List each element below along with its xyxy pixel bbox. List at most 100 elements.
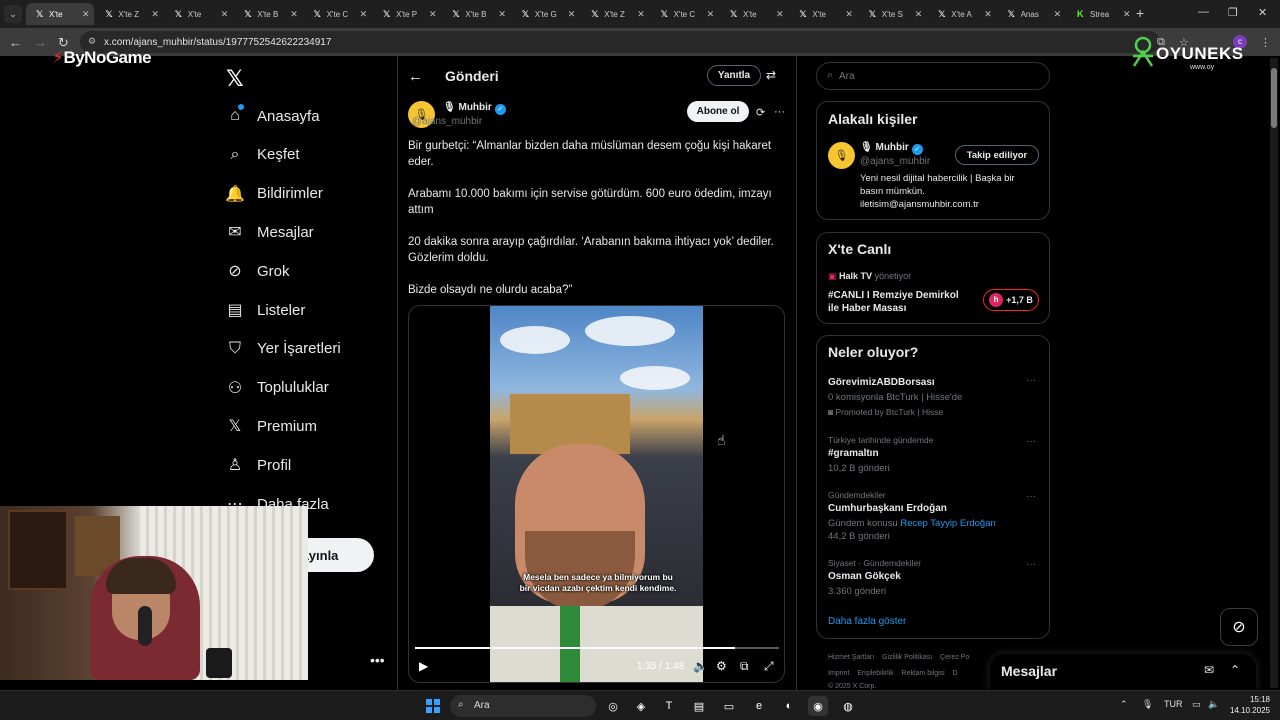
tab-close-icon[interactable]: ✕	[707, 9, 719, 20]
url-text[interactable]: x.com/ajans_muhbir/status/19777525426222…	[104, 37, 331, 48]
footer-link[interactable]: Gizlilik Politikası	[882, 654, 932, 661]
widgets-icon[interactable]: ◈	[631, 696, 651, 716]
sidebar-item-x[interactable]: 𝕏 Premium	[226, 414, 317, 438]
trend-name[interactable]: GörevimizABDBorsası	[828, 377, 935, 388]
author-name-text[interactable]: Muhbir	[458, 102, 491, 113]
discord-icon[interactable]: ◐	[779, 696, 799, 716]
account-more-icon[interactable]: •••	[370, 652, 385, 668]
sidebar-item-bell[interactable]: 🔔 Bildirimler	[225, 182, 323, 206]
network-icon[interactable]: ▭	[1192, 699, 1201, 710]
copilot-icon[interactable]: ◎	[603, 696, 623, 716]
teams-icon[interactable]: T	[659, 696, 679, 716]
forward-icon[interactable]: →	[34, 35, 47, 50]
related-name-text[interactable]: Muhbir	[875, 142, 908, 153]
tab-close-icon[interactable]: ✕	[1054, 9, 1066, 20]
browser-tab[interactable]: 𝕏 Anas ✕	[998, 3, 1066, 25]
author-handle[interactable]: @ajans_muhbir	[412, 116, 482, 127]
expand-icon[interactable]: ⌃	[1230, 663, 1240, 677]
browser-tab[interactable]: 𝕏 X'te G ✕	[512, 3, 580, 25]
windows-start-icon[interactable]	[426, 699, 440, 713]
related-name[interactable]: 🎙 Muhbir ✓	[860, 142, 923, 155]
footer-link[interactable]: D	[953, 670, 958, 677]
browser-tab[interactable]: 𝕏 X'te A ✕	[928, 3, 996, 25]
browser-tab[interactable]: 𝕏 X'te S ✕	[859, 3, 927, 25]
trend-more-icon[interactable]: ···	[1026, 559, 1036, 570]
footer-link[interactable]: Çerez Po	[940, 654, 969, 661]
trend-more-icon[interactable]: ···	[1026, 375, 1036, 386]
back-arrow-icon[interactable]: ←	[408, 68, 423, 85]
footer-link[interactable]: Hizmet Şartları	[828, 654, 874, 661]
trend-name[interactable]: Cumhurbaşkanı Erdoğan	[828, 503, 947, 514]
browser-tab[interactable]: K Strea ✕	[1067, 3, 1135, 25]
sidebar-item-list[interactable]: ▤ Listeler	[226, 298, 305, 322]
pip-icon[interactable]: ⧉	[740, 659, 749, 674]
tab-close-icon[interactable]: ✕	[845, 9, 857, 20]
new-message-icon[interactable]: ✉	[1204, 663, 1214, 677]
maximize-icon[interactable]: ❐	[1228, 6, 1238, 19]
tab-close-icon[interactable]: ✕	[151, 9, 163, 20]
close-window-icon[interactable]: ✕	[1258, 6, 1267, 19]
trend-more-icon[interactable]: ···	[1026, 436, 1036, 447]
settings-icon[interactable]: ⚙	[716, 659, 727, 673]
tab-close-icon[interactable]: ✕	[221, 9, 233, 20]
x-logo[interactable]: 𝕏	[226, 66, 244, 92]
fullscreen-icon[interactable]: ⤢	[764, 659, 774, 674]
browser-tab[interactable]: 𝕏 X'te B ✕	[234, 3, 302, 25]
tab-close-icon[interactable]: ✕	[290, 9, 302, 20]
minimize-icon[interactable]: —	[1198, 6, 1209, 18]
trend-name[interactable]: #gramaltın	[828, 448, 879, 459]
footer-link[interactable]: Erişilebilirlik	[857, 670, 894, 677]
site-info-icon[interactable]: ⚙	[88, 36, 96, 47]
live-source-name[interactable]: Halk TV	[839, 271, 872, 281]
tab-close-icon[interactable]: ✕	[776, 9, 788, 20]
tab-close-icon[interactable]: ✕	[429, 9, 441, 20]
sidebar-item-communities[interactable]: ⚇ Topluluklar	[226, 376, 329, 400]
tab-close-icon[interactable]: ✕	[360, 9, 372, 20]
tab-close-icon[interactable]: ✕	[984, 9, 996, 20]
video-progress[interactable]	[415, 647, 779, 649]
page-scrollbar[interactable]	[1270, 58, 1278, 688]
following-button[interactable]: Takip ediliyor	[955, 145, 1039, 165]
messages-dock[interactable]: Mesajlar ✉ ⌃	[990, 654, 1256, 690]
search-placeholder[interactable]: Ara	[839, 71, 855, 82]
search-box[interactable]: ⌕ Ara	[816, 62, 1050, 90]
grok-fab-button[interactable]: ⊘	[1220, 608, 1258, 646]
obs-icon[interactable]: ◍	[838, 696, 858, 716]
back-icon[interactable]: ←	[9, 35, 22, 50]
store-icon[interactable]: ▤	[689, 696, 709, 716]
sidebar-item-profile[interactable]: ♙ Profil	[226, 453, 291, 477]
show-more-link[interactable]: Daha fazla göster	[828, 616, 906, 627]
volume-tray-icon[interactable]: 🔈	[1208, 699, 1219, 710]
browser-tab[interactable]: 𝕏 X'te B ✕	[442, 3, 510, 25]
filter-icon[interactable]: ⇄	[766, 68, 776, 82]
edge-icon[interactable]: e	[749, 696, 769, 716]
volume-icon[interactable]: 🔈	[693, 659, 708, 673]
menu-dots-icon[interactable]: ⋮	[1260, 36, 1271, 49]
tab-close-icon[interactable]: ✕	[637, 9, 649, 20]
video-player[interactable]: Mesela ben sadece ya bilmiyorum bu bir v…	[408, 305, 785, 683]
language-indicator[interactable]: TUR	[1164, 699, 1183, 709]
sidebar-item-mail[interactable]: ✉ Mesajlar	[226, 220, 313, 244]
scrollbar-thumb[interactable]	[1271, 68, 1277, 128]
taskbar-search[interactable]: ⌕ Ara	[450, 695, 596, 717]
browser-tab[interactable]: 𝕏 X'te P ✕	[373, 3, 441, 25]
tab-search-button[interactable]: ⌄	[4, 5, 22, 23]
browser-tab[interactable]: 𝕏 X'te Z ✕	[95, 3, 163, 25]
folder-icon[interactable]: ▭	[719, 696, 739, 716]
video-frame[interactable]: Mesela ben sadece ya bilmiyorum bu bir v…	[490, 306, 703, 682]
browser-tab[interactable]: 𝕏 X'te ✕	[720, 3, 788, 25]
grok-explain-icon[interactable]: ⟳	[756, 106, 765, 119]
tab-close-icon[interactable]: ✕	[82, 9, 94, 20]
tab-close-icon[interactable]: ✕	[1123, 9, 1135, 20]
tray-chevron-icon[interactable]: ⌃	[1120, 699, 1128, 710]
subscribe-button[interactable]: Abone ol	[687, 101, 749, 122]
live-headline[interactable]: #CANLI I Remziye Demirkol ile Haber Masa…	[828, 289, 968, 315]
clock[interactable]: 15:18 14.10.2025	[1228, 694, 1270, 716]
sidebar-item-grok[interactable]: ⊘ Grok	[226, 259, 289, 283]
browser-tab[interactable]: 𝕏 X'te ✕	[789, 3, 857, 25]
browser-tab[interactable]: 𝕏 X'te C ✕	[304, 3, 372, 25]
chrome-icon[interactable]: ◉	[808, 696, 828, 716]
related-handle[interactable]: @ajans_muhbir	[860, 156, 930, 167]
post-more-icon[interactable]: ···	[774, 106, 785, 118]
sidebar-item-bookmark[interactable]: ⛉ Yer İşaretleri	[226, 337, 341, 361]
